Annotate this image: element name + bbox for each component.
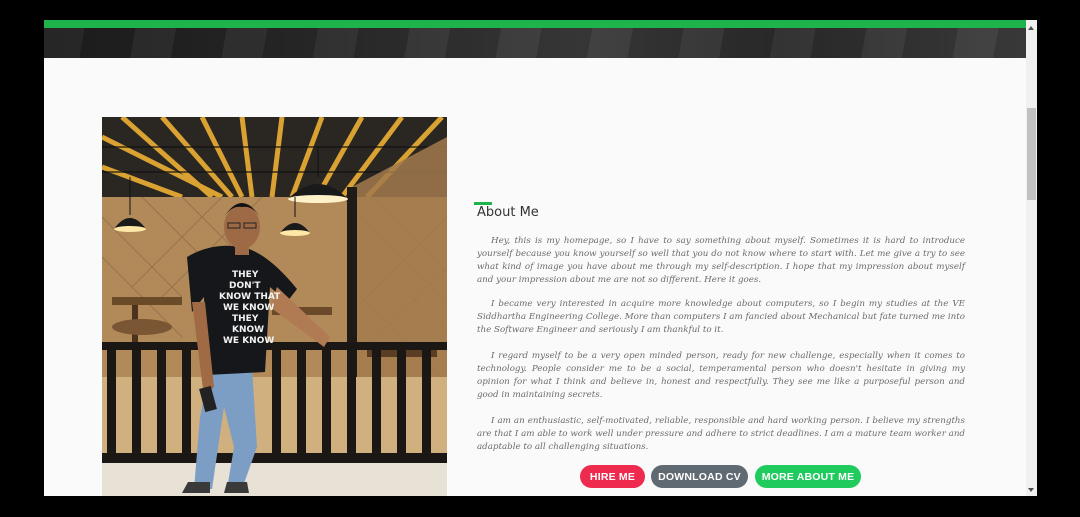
about-heading: About Me [477,205,539,220]
scroll-up-arrow-icon[interactable] [1028,26,1034,30]
tshirt-line-3: KNOW THAT [219,292,281,302]
top-accent-bar [44,20,1026,28]
hero-banner [44,28,1026,58]
tshirt-line-1: THEY [232,270,259,280]
scroll-thumb[interactable] [1027,108,1036,200]
download-cv-button[interactable]: DOWNLOAD CV [651,465,748,488]
vertical-scrollbar[interactable] [1026,20,1037,496]
tshirt-line-2: DON'T [229,281,261,291]
about-section: THEY DON'T KNOW THAT WE KNOW THEY KNOW W… [44,58,1026,496]
tshirt-line-5: THEY [232,314,259,324]
more-about-me-button[interactable]: MORE ABOUT ME [755,465,861,488]
about-paragraph-1: Hey, this is my homepage, so I have to s… [477,236,965,285]
about-paragraph-2: I became very interested in acquire more… [477,299,965,335]
tshirt-line-4: WE KNOW [223,303,274,313]
scroll-down-arrow-icon[interactable] [1028,488,1034,492]
tshirt-line-7: WE KNOW [223,336,274,346]
tshirt-line-6: KNOW [232,325,264,335]
about-paragraph-3: I regard myself to be a very open minded… [477,351,965,400]
hire-me-button[interactable]: HIRE ME [580,465,645,488]
profile-photo: THEY DON'T KNOW THAT WE KNOW THEY KNOW W… [102,117,447,496]
about-paragraph-4: I am an enthusiastic, self-motivated, re… [477,416,965,452]
browser-viewport: THEY DON'T KNOW THAT WE KNOW THEY KNOW W… [44,20,1037,496]
